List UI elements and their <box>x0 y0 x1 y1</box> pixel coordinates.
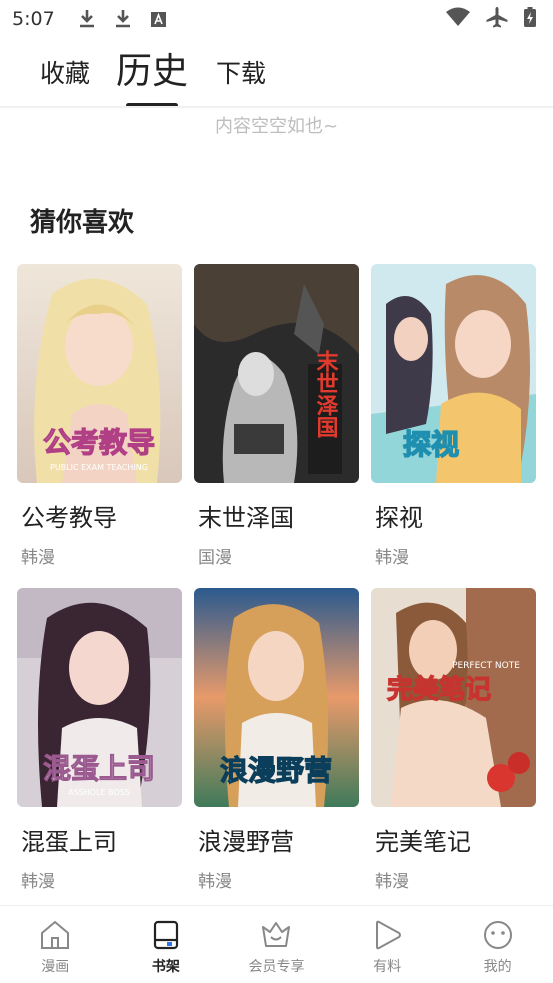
status-time: 5:07 <box>12 8 55 30</box>
comic-title[interactable]: 混蛋上司 <box>21 822 182 857</box>
nav-label: 有料 <box>373 959 402 975</box>
comic-title[interactable]: 末世泽国 <box>198 498 359 533</box>
cover-subtitle-text: PERFECT NOTE <box>452 661 520 671</box>
comic-cover[interactable]: 末世泽国 <box>194 264 359 483</box>
comic-tag: 韩漫 <box>375 872 409 892</box>
comic-cover[interactable]: 探视 <box>371 264 536 483</box>
cover-art: 末世泽国 <box>194 264 359 483</box>
cover-art: 完美笔记 PERFECT NOTE <box>371 588 536 807</box>
status-bar: 5:07 <box>0 0 553 38</box>
battery-charging-icon <box>524 7 536 27</box>
download-icon <box>115 10 130 28</box>
profile-face-icon <box>483 921 512 949</box>
tab-downloads[interactable]: 下载 <box>216 54 266 102</box>
status-notification-icons <box>77 8 169 30</box>
section-title: 猜你喜欢 <box>30 208 135 238</box>
tabs-divider <box>0 106 553 108</box>
empty-state-text: 内容空空如也~ <box>214 116 339 137</box>
cover-art: 混蛋上司 ASSHOLE BOSS <box>17 588 182 807</box>
cover-title-text: 完美笔记 <box>387 674 491 705</box>
cover-art: 浪漫野营 <box>194 588 359 807</box>
vip-crown-icon <box>262 922 291 947</box>
nav-label: 书架 <box>151 959 180 975</box>
nav-item-bookshelf[interactable]: 书架 <box>111 906 222 983</box>
cover-subtitle-text: PUBLIC EXAM TEACHING <box>50 463 148 472</box>
nav-item-comics[interactable]: 漫画 <box>0 906 111 983</box>
nav-label: 我的 <box>483 959 512 975</box>
status-system-icons <box>445 6 537 28</box>
comic-card[interactable]: 公考教导 PUBLIC EXAM TEACHING 公考教导 韩漫 <box>17 264 182 568</box>
comic-cover[interactable]: 完美笔记 PERFECT NOTE <box>371 588 536 807</box>
comic-tag: 韩漫 <box>21 548 55 568</box>
cover-art: 公考教导 PUBLIC EXAM TEACHING <box>17 264 182 483</box>
cover-subtitle-text: ASSHOLE BOSS <box>68 788 130 797</box>
bottom-nav: 漫画 书架 会员专享 有料 我的 <box>0 905 553 983</box>
cover-title-text: 探视 <box>403 428 459 461</box>
home-icon <box>41 920 70 949</box>
cover-art: 探视 <box>371 264 536 483</box>
font-app-icon <box>150 12 166 27</box>
comic-tag: 韩漫 <box>375 548 409 568</box>
comic-title[interactable]: 浪漫野营 <box>198 822 359 857</box>
nav-label: 漫画 <box>41 959 70 975</box>
cover-title-text: 浪漫野营 <box>220 754 332 787</box>
tab-favorites[interactable]: 收藏 <box>40 54 90 102</box>
cover-title-text: 公考教导 <box>43 426 155 459</box>
comic-title[interactable]: 公考教导 <box>21 498 182 533</box>
cover-title-text: 混蛋上司 <box>43 752 155 785</box>
bookshelf-icon <box>153 920 178 950</box>
download-icon <box>79 10 94 28</box>
comic-card[interactable]: 浪漫野营 浪漫野营 韩漫 <box>194 588 359 892</box>
comic-title[interactable]: 探视 <box>375 498 536 533</box>
nav-item-feed[interactable]: 有料 <box>332 906 443 983</box>
nav-item-vip[interactable]: 会员专享 <box>221 906 332 983</box>
comic-card[interactable]: 探视 探视 韩漫 <box>371 264 536 568</box>
nav-item-profile[interactable]: 我的 <box>442 906 553 983</box>
cover-title-text: 末世泽国 <box>313 350 339 439</box>
comic-cover[interactable]: 公考教导 PUBLIC EXAM TEACHING <box>17 264 182 483</box>
comic-title[interactable]: 完美笔记 <box>375 822 536 857</box>
comic-tag: 韩漫 <box>198 872 232 892</box>
airplane-icon <box>486 7 508 28</box>
comic-card[interactable]: 完美笔记 PERFECT NOTE 完美笔记 韩漫 <box>371 588 536 892</box>
comic-cover[interactable]: 混蛋上司 ASSHOLE BOSS <box>17 588 182 807</box>
wifi-icon <box>446 7 470 26</box>
comic-card[interactable]: 末世泽国 末世泽国 国漫 <box>194 264 359 568</box>
shelf-tabs: 收藏 历史 下载 <box>40 42 266 108</box>
comic-cover[interactable]: 浪漫野营 <box>194 588 359 807</box>
comic-card[interactable]: 混蛋上司 ASSHOLE BOSS 混蛋上司 韩漫 <box>17 588 182 892</box>
nav-label: 会员专享 <box>248 959 305 975</box>
comic-tag: 国漫 <box>198 548 232 568</box>
play-icon <box>376 920 402 950</box>
comic-tag: 韩漫 <box>21 872 55 892</box>
tab-history[interactable]: 历史 <box>116 42 188 108</box>
